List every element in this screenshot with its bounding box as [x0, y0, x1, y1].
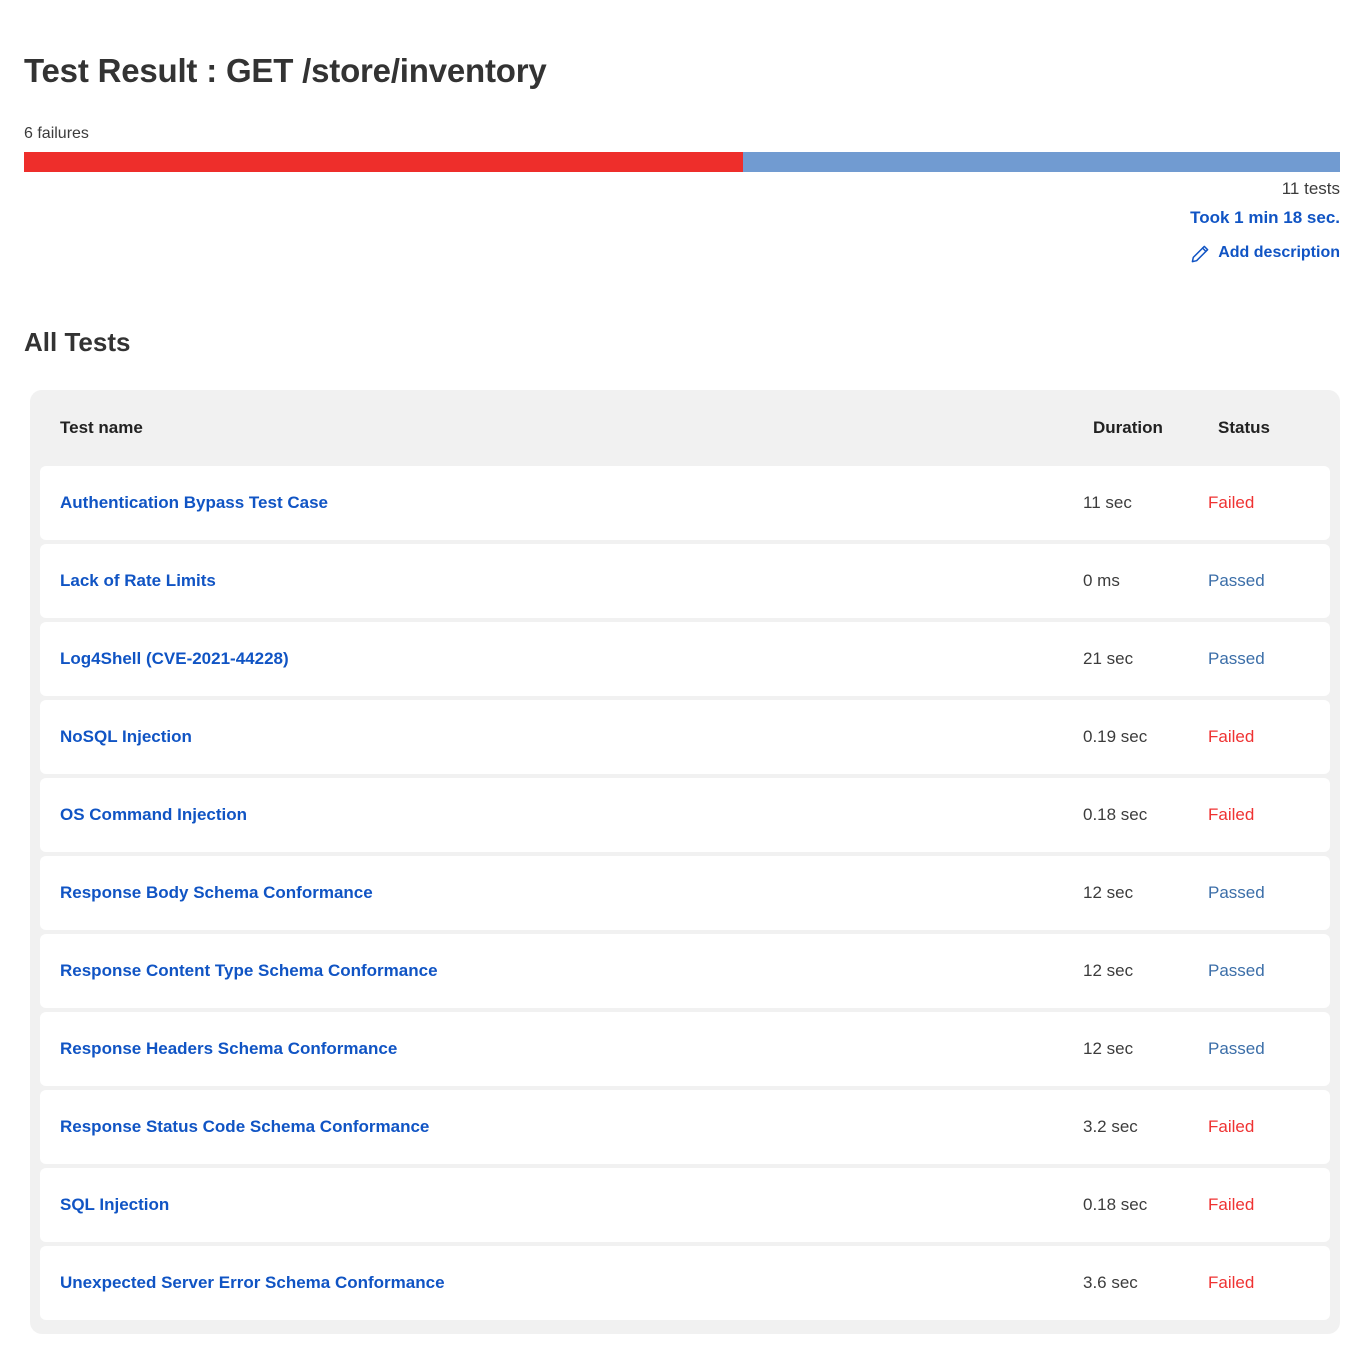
cell-duration: 3.6 sec — [1083, 1273, 1138, 1292]
test-name-link[interactable]: Response Headers Schema Conformance — [60, 1039, 397, 1058]
test-name-link[interactable]: Unexpected Server Error Schema Conforman… — [60, 1273, 445, 1292]
table-row[interactable]: Response Status Code Schema Conformance 3… — [40, 1090, 1330, 1164]
test-name-link[interactable]: Authentication Bypass Test Case — [60, 493, 328, 512]
table-row[interactable]: Log4Shell (CVE-2021-44228) 21 sec Passed — [40, 622, 1330, 696]
table-body: Authentication Bypass Test Case 11 sec Fai… — [30, 466, 1340, 1320]
table-row[interactable]: Authentication Bypass Test Case 11 sec Fai… — [40, 466, 1330, 540]
cell-status: Passed — [1208, 649, 1265, 668]
cell-status: Failed — [1208, 727, 1255, 746]
test-name-link[interactable]: NoSQL Injection — [60, 727, 192, 746]
cell-status: Failed — [1208, 493, 1255, 512]
cell-test-name: Response Headers Schema Conformance — [60, 1039, 1083, 1059]
duration-label: Took 1 min 18 sec. — [1190, 208, 1340, 227]
progress-bar-passed-segment — [742, 152, 1340, 172]
total-tests-label: 11 tests — [1281, 179, 1340, 198]
cell-status: Passed — [1208, 571, 1265, 590]
table-row[interactable]: SQL Injection 0.18 sec Failed — [40, 1168, 1330, 1242]
table-row[interactable]: NoSQL Injection 0.19 sec Failed — [40, 700, 1330, 774]
cell-duration: 0.18 sec — [1083, 805, 1148, 824]
table-row[interactable]: Response Body Schema Conformance 12 sec Pa… — [40, 856, 1330, 930]
cell-test-name: Response Content Type Schema Conformance — [60, 961, 1083, 981]
cell-status: Passed — [1208, 961, 1265, 980]
cell-test-name: Lack of Rate Limits — [60, 571, 1083, 591]
cell-test-name: Authentication Bypass Test Case — [60, 493, 1083, 513]
cell-test-name: NoSQL Injection — [60, 727, 1083, 747]
test-result-progress-bar — [24, 152, 1340, 172]
pencil-icon — [1190, 244, 1210, 264]
table-row[interactable]: Response Content Type Schema Conformance… — [40, 934, 1330, 1008]
cell-test-name: Unexpected Server Error Schema Conforman… — [60, 1273, 1083, 1293]
cell-status: Passed — [1208, 1039, 1265, 1058]
cell-test-name: OS Command Injection — [60, 805, 1083, 825]
test-name-link[interactable]: OS Command Injection — [60, 805, 247, 824]
page-title: Test Result : GET /store/inventory — [24, 52, 547, 90]
test-name-link[interactable]: Lack of Rate Limits — [60, 571, 216, 590]
table-row[interactable]: Response Headers Schema Conformance 12 se… — [40, 1012, 1330, 1086]
table-header-row: Test name Duration Status — [30, 390, 1340, 466]
cell-duration: 12 sec — [1083, 883, 1134, 902]
section-heading-all-tests: All Tests — [24, 326, 131, 357]
column-header-status[interactable]: Status — [1218, 418, 1340, 438]
column-header-duration[interactable]: Duration — [1093, 418, 1218, 438]
column-header-test-name[interactable]: Test name — [60, 418, 1093, 438]
cell-duration: 3.2 sec — [1083, 1117, 1138, 1136]
cell-test-name: Response Status Code Schema Conformance — [60, 1117, 1083, 1137]
cell-test-name: Response Body Schema Conformance — [60, 883, 1083, 903]
summary-meta: 11 tests Took 1 min 18 sec. Add descript… — [740, 176, 1340, 268]
cell-status: Passed — [1208, 883, 1265, 902]
test-name-link[interactable]: Response Content Type Schema Conformance — [60, 961, 438, 980]
table-row[interactable]: Unexpected Server Error Schema Conforman… — [40, 1246, 1330, 1320]
add-description-label: Add description — [1218, 244, 1340, 261]
cell-status: Failed — [1208, 1117, 1255, 1136]
cell-duration: 0 ms — [1083, 571, 1120, 590]
test-name-link[interactable]: Response Status Code Schema Conformance — [60, 1117, 429, 1136]
cell-status: Failed — [1208, 1273, 1255, 1292]
cell-duration: 12 sec — [1083, 1039, 1134, 1058]
cell-duration: 0.19 sec — [1083, 727, 1148, 746]
failures-count-label: 6 failures — [24, 125, 89, 142]
cell-duration: 11 sec — [1083, 493, 1132, 512]
table-row[interactable]: Lack of Rate Limits 0 ms Passed — [40, 544, 1330, 618]
test-name-link[interactable]: SQL Injection — [60, 1195, 169, 1214]
cell-status: Failed — [1208, 1195, 1255, 1214]
test-name-link[interactable]: Response Body Schema Conformance — [60, 883, 373, 902]
all-tests-table: Test name Duration Status Authentication… — [30, 390, 1340, 1334]
table-row[interactable]: OS Command Injection 0.18 sec Failed — [40, 778, 1330, 852]
cell-duration: 12 sec — [1083, 961, 1134, 980]
cell-duration: 0.18 sec — [1083, 1195, 1148, 1214]
cell-status: Failed — [1208, 805, 1255, 824]
test-name-link[interactable]: Log4Shell (CVE-2021-44228) — [60, 649, 289, 668]
add-description-button[interactable]: Add description — [1190, 238, 1340, 268]
progress-bar-failed-segment — [24, 152, 743, 172]
cell-test-name: Log4Shell (CVE-2021-44228) — [60, 649, 1083, 669]
cell-duration: 21 sec — [1083, 649, 1134, 668]
test-result-page: Test Result : GET /store/inventory 6 fai… — [0, 0, 1370, 1348]
cell-test-name: SQL Injection — [60, 1195, 1083, 1215]
